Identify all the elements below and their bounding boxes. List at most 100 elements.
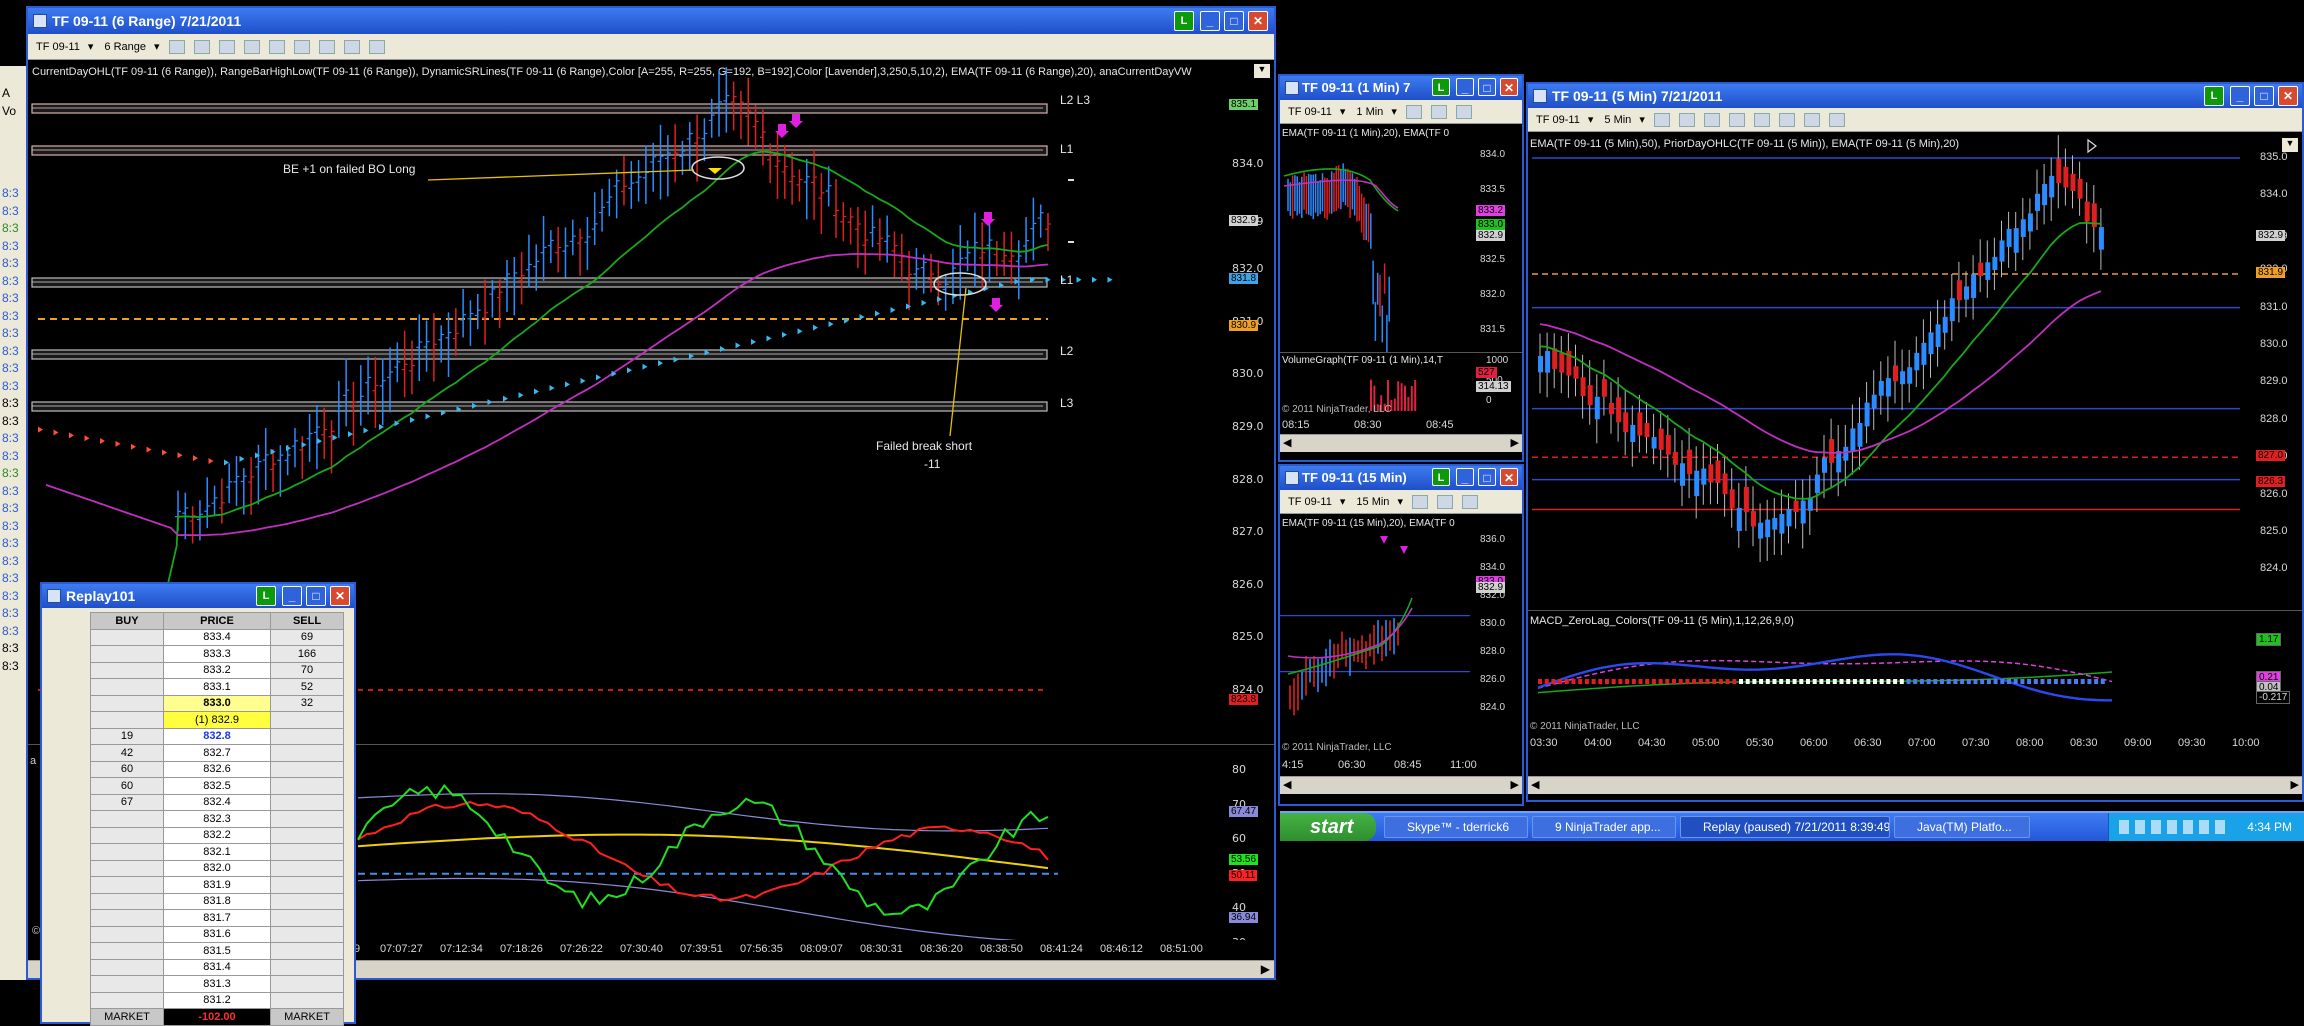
dom-buy-cell[interactable] bbox=[90, 711, 164, 729]
dom-sell-cell[interactable] bbox=[270, 859, 344, 877]
5min-macd-panel[interactable]: MACD_ZeroLag_Colors(TF 09-11 (5 Min),1,1… bbox=[1528, 610, 2302, 736]
dom-price-cell[interactable]: (1) 832.9 bbox=[162, 711, 272, 729]
dom-sell-cell[interactable] bbox=[270, 793, 344, 811]
15min-scrollbar[interactable]: ◀ ▶ bbox=[1280, 776, 1522, 794]
task-java[interactable]: Java(TM) Platfo... bbox=[1894, 816, 2030, 838]
dom-row[interactable]: 831.9 bbox=[90, 876, 344, 894]
dom-row[interactable]: 833.3 166 bbox=[90, 645, 344, 663]
5min-zoom-icon[interactable] bbox=[1754, 113, 1771, 128]
dom-buy-cell[interactable] bbox=[90, 876, 164, 894]
dom-row[interactable]: 833.1 52 bbox=[90, 678, 344, 696]
dom-sell-cell[interactable] bbox=[270, 711, 344, 729]
dom-sell-cell[interactable]: 69 bbox=[270, 628, 344, 646]
dom-price-cell[interactable]: 831.5 bbox=[162, 942, 272, 960]
dom-sell-cell[interactable] bbox=[270, 909, 344, 927]
15min-close-button[interactable]: ✕ bbox=[1500, 468, 1518, 486]
1min-minimize-button[interactable]: _ bbox=[1456, 78, 1474, 96]
scroll-icon[interactable] bbox=[344, 40, 361, 55]
1min-scrollbar[interactable]: ◀ ▶ bbox=[1280, 434, 1522, 452]
dom-price-cell[interactable]: 833.1 bbox=[162, 678, 272, 696]
dom-price-cell[interactable]: 831.2 bbox=[162, 991, 272, 1009]
dom-buy-cell[interactable]: 60 bbox=[90, 760, 164, 778]
replay-maximize-button[interactable]: □ bbox=[306, 586, 326, 606]
dom-buy-cell[interactable] bbox=[90, 991, 164, 1009]
dom-row[interactable]: 831.4 bbox=[90, 958, 344, 976]
1min-bar-icon[interactable] bbox=[1405, 105, 1422, 120]
dom-price-cell[interactable]: 833.4 bbox=[162, 628, 272, 646]
dom-price-cell[interactable]: 831.9 bbox=[162, 876, 272, 894]
dom-market-sell-button[interactable]: MARKET bbox=[270, 1008, 344, 1026]
replay-link-button[interactable]: L bbox=[256, 586, 276, 606]
dom-sell-cell[interactable] bbox=[270, 760, 344, 778]
1min-link-button[interactable]: L bbox=[1432, 78, 1450, 96]
replay-close-button[interactable]: ✕ bbox=[330, 586, 350, 606]
5min-properties-icon[interactable] bbox=[1779, 113, 1796, 128]
dom-row[interactable]: 60 832.6 bbox=[90, 760, 344, 778]
15min-pencil-icon[interactable] bbox=[1437, 495, 1454, 510]
1min-scroll-right-icon[interactable]: ▶ bbox=[1511, 436, 1519, 449]
15min-maximize-button[interactable]: □ bbox=[1478, 468, 1496, 486]
dom-row[interactable]: 832.0 bbox=[90, 859, 344, 877]
dom-price-cell[interactable]: 832.0 bbox=[162, 859, 272, 877]
dom-row[interactable]: 19 832.8 bbox=[90, 727, 344, 745]
dom-sell-cell[interactable]: 32 bbox=[270, 694, 344, 712]
chart-5min-window[interactable]: TF 09-11 (5 Min) 7/21/2011 L _ □ ✕ TF 09… bbox=[1526, 82, 2304, 802]
dom-price-cell[interactable]: 832.8 bbox=[162, 727, 272, 745]
dom-sell-cell[interactable] bbox=[270, 826, 344, 844]
start-button[interactable]: start bbox=[1280, 813, 1376, 841]
5min-close-button[interactable]: ✕ bbox=[2278, 86, 2298, 106]
dom-price-cell[interactable]: 832.5 bbox=[162, 777, 272, 795]
5min-maximize-button[interactable]: □ bbox=[2254, 86, 2274, 106]
5min-crosshair-icon[interactable] bbox=[1729, 113, 1746, 128]
1min-price-panel[interactable]: EMA(TF 09-11 (1 Min),20), EMA(TF 0 834.0… bbox=[1280, 126, 1522, 352]
1min-draw-icon[interactable] bbox=[1456, 105, 1473, 120]
dom-buy-cell[interactable] bbox=[90, 826, 164, 844]
dom-buy-cell[interactable] bbox=[90, 628, 164, 646]
properties-icon[interactable] bbox=[293, 40, 310, 55]
15min-bar-icon[interactable] bbox=[1412, 495, 1429, 510]
crosshair-icon[interactable] bbox=[243, 40, 260, 55]
5min-scroll-left-icon[interactable]: ◀ bbox=[1531, 778, 1539, 791]
dom-sell-cell[interactable] bbox=[270, 727, 344, 745]
dom-sell-cell[interactable] bbox=[270, 777, 344, 795]
dom-sell-cell[interactable] bbox=[270, 810, 344, 828]
link-button[interactable]: L bbox=[1174, 11, 1194, 31]
dom-sell-cell[interactable] bbox=[270, 925, 344, 943]
close-button[interactable]: ✕ bbox=[1248, 11, 1268, 31]
dom-price-cell[interactable]: 832.6 bbox=[162, 760, 272, 778]
5min-draw-icon[interactable] bbox=[1704, 113, 1721, 128]
dom-price-cell[interactable]: 831.4 bbox=[162, 958, 272, 976]
dom-buy-cell[interactable] bbox=[90, 859, 164, 877]
dom-buy-cell[interactable] bbox=[90, 661, 164, 679]
dom-sell-cell[interactable] bbox=[270, 843, 344, 861]
15min-price-panel[interactable]: EMA(TF 09-11 (15 Min),20), EMA(TF 0 836.… bbox=[1280, 516, 1522, 758]
draw-tool-icon[interactable] bbox=[218, 40, 235, 55]
15min-minimize-button[interactable]: _ bbox=[1456, 468, 1474, 486]
5min-scroll-icon[interactable] bbox=[1829, 113, 1846, 128]
5min-scrollbar[interactable]: ◀ ▶ bbox=[1528, 776, 2302, 794]
15min-period[interactable]: 15 Min bbox=[1356, 490, 1389, 513]
task-ninjatrader[interactable]: 9 NinjaTrader app... bbox=[1532, 816, 1676, 838]
1min-close-button[interactable]: ✕ bbox=[1500, 78, 1518, 96]
dom-sell-cell[interactable] bbox=[270, 975, 344, 993]
1min-title-bar[interactable]: TF 09-11 (1 Min) 7 L _ □ ✕ bbox=[1280, 76, 1522, 100]
task-replay[interactable]: Replay (paused) 7/21/2011 8:39:49 AM bbox=[1680, 816, 1890, 838]
bar-type-icon[interactable] bbox=[168, 40, 185, 55]
depth-of-market-table[interactable]: BUY PRICE SELL 833.4 69 833.3 166 833.2 70 833… bbox=[90, 612, 344, 1026]
dom-buy-cell[interactable] bbox=[90, 975, 164, 993]
dom-row[interactable]: 831.2 bbox=[90, 991, 344, 1009]
5min-scroll-right-icon[interactable]: ▶ bbox=[2291, 778, 2299, 791]
dom-sell-cell[interactable]: 70 bbox=[270, 661, 344, 679]
dom-buy-cell[interactable] bbox=[90, 678, 164, 696]
dom-row[interactable]: 832.3 bbox=[90, 810, 344, 828]
replay101-window[interactable]: Replay101 L _ □ ✕ BUY PRICE SELL 833.4 69… bbox=[40, 582, 356, 1026]
dom-buy-cell[interactable]: 60 bbox=[90, 777, 164, 795]
dom-price-cell[interactable]: 832.1 bbox=[162, 843, 272, 861]
15min-scroll-right-icon[interactable]: ▶ bbox=[1511, 778, 1519, 791]
dom-row[interactable]: 831.8 bbox=[90, 892, 344, 910]
main-title-bar[interactable]: TF 09-11 (6 Range) 7/21/2011 L _ □ ✕ bbox=[28, 8, 1274, 34]
1min-instrument[interactable]: TF 09-11 bbox=[1288, 100, 1332, 123]
15min-instrument[interactable]: TF 09-11 bbox=[1288, 490, 1332, 513]
5min-price-panel[interactable]: EMA(TF 09-11 (5 Min),50), PriorDayOHLC(T… bbox=[1528, 134, 2302, 610]
dom-row[interactable]: 67 832.4 bbox=[90, 793, 344, 811]
